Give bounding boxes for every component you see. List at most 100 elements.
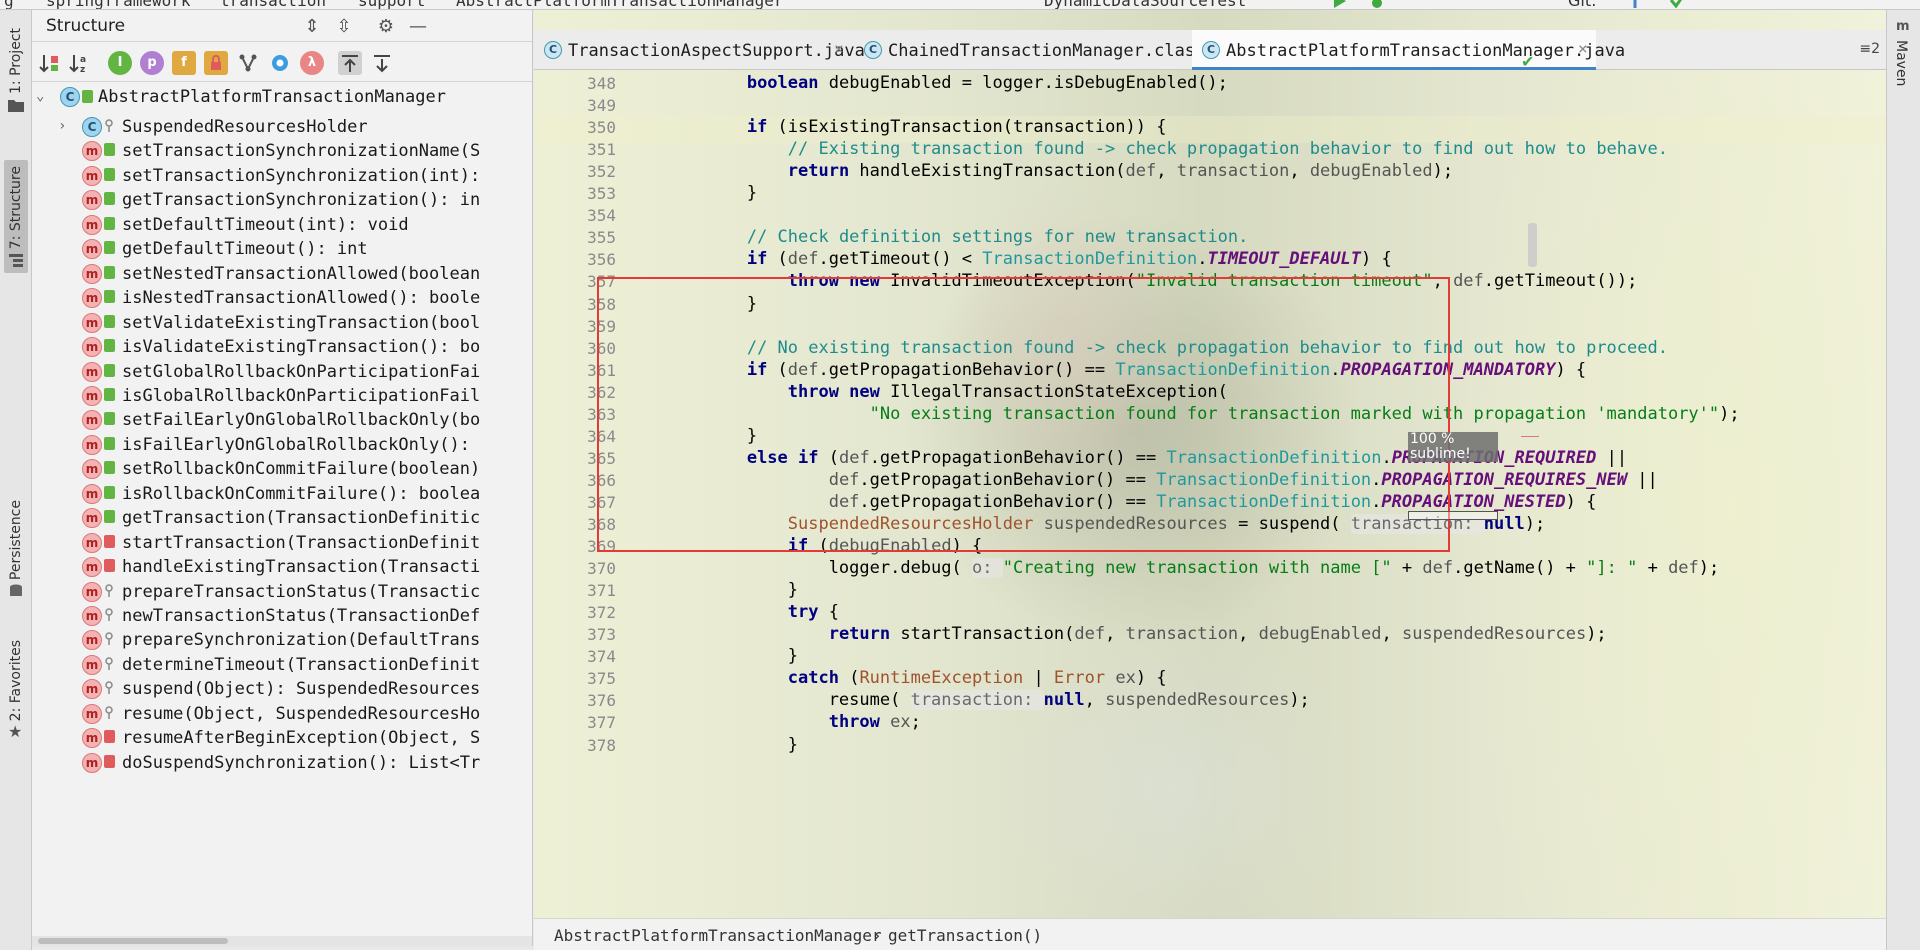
tree-item[interactable]: m doSuspendSynchronization(): List<Tr	[32, 748, 532, 778]
tab-label: TransactionAspectSupport.java	[568, 41, 865, 61]
sort-by-visibility-icon[interactable]	[38, 51, 62, 75]
method-icon: m	[82, 679, 102, 700]
tree-item-label: setTransactionSynchronization(int):	[122, 165, 481, 186]
private-icon	[104, 730, 115, 744]
overlay-progress-bar	[1408, 511, 1498, 520]
git-update-icon[interactable]	[1628, 0, 1642, 8]
nav-crumb[interactable]: g	[4, 0, 14, 9]
git-commit-icon[interactable]	[1670, 0, 1684, 8]
show-lambdas-icon[interactable]: λ	[300, 51, 324, 75]
tab-chained-transaction-manager[interactable]: C ChainedTransactionManager.class	[854, 30, 1205, 70]
tree-item-label: startTransaction(TransactionDefinit	[122, 532, 481, 553]
public-icon	[104, 387, 115, 401]
editor-scrollbar-thumb[interactable]	[1528, 223, 1537, 267]
tool-tab-favorites[interactable]: 2: Favorites ★	[4, 640, 28, 740]
editor-tab-bar: C TransactionAspectSupport.java × C Chai…	[534, 30, 1886, 70]
line-number: 377	[587, 713, 616, 733]
tool-tab-label: 7: Structure	[8, 166, 24, 250]
error-stripe-marker[interactable]	[1521, 436, 1539, 437]
method-icon: m	[82, 557, 102, 578]
class-icon: C	[864, 41, 882, 59]
line-number: 374	[587, 647, 616, 667]
tool-tab-maven[interactable]: Maven	[1893, 40, 1909, 86]
public-icon	[104, 143, 115, 157]
method-icon: m	[82, 239, 102, 260]
public-icon	[104, 461, 115, 475]
show-properties-icon[interactable]: p	[140, 51, 164, 75]
private-icon	[104, 754, 115, 768]
chevron-right-icon[interactable]: ›	[58, 118, 66, 134]
show-inherited-icon[interactable]: I	[108, 51, 132, 75]
tool-tab-label: 2: Favorites	[8, 640, 24, 722]
tree-item-label: setFailEarlyOnGlobalRollbackOnly(bo	[122, 410, 481, 431]
debug-icon[interactable]	[1370, 0, 1384, 8]
tree-item-label: getTransaction(TransactionDefinitic	[122, 508, 481, 529]
method-icon: m	[82, 410, 102, 431]
chevron-down-icon[interactable]: ⌄	[36, 88, 44, 104]
method-icon: m	[82, 361, 102, 382]
highlight-annotation-box	[597, 277, 1450, 552]
public-icon	[104, 339, 115, 353]
class-icon: C	[544, 41, 562, 59]
method-icon: m	[82, 434, 102, 455]
nav-crumb[interactable]: support	[358, 0, 425, 9]
scrollbar-thumb[interactable]	[38, 938, 228, 944]
structure-icon	[9, 254, 23, 268]
tree-item-label: SuspendedResourcesHolder	[122, 117, 368, 137]
class-icon: C	[82, 117, 102, 137]
show-fields-icon[interactable]: f	[172, 51, 196, 75]
structure-header: Structure ⇕ ⇳ ⚙ —	[32, 10, 532, 42]
method-icon: m	[82, 728, 102, 749]
protected-icon	[105, 119, 113, 132]
breadcrumb-class[interactable]: AbstractPlatformTransactionManager	[554, 926, 882, 945]
run-config-selector[interactable]: DynamicDataSourceTest	[1044, 0, 1246, 9]
tree-item-label: setDefaultTimeout(int): void	[122, 214, 409, 235]
expand-all-icon[interactable]: ⇕	[302, 17, 322, 37]
public-icon	[104, 192, 115, 206]
badge-line: sublime!	[1410, 446, 1471, 462]
private-icon	[104, 534, 115, 548]
autoscroll-to-source-icon[interactable]	[338, 51, 362, 75]
run-icon[interactable]	[1332, 0, 1346, 8]
tree-item-label: getTransactionSynchronization(): in	[122, 190, 481, 211]
structure-toolbar: az I p f λ	[32, 42, 532, 82]
method-icon: m	[82, 141, 102, 162]
method-icon: m	[82, 263, 102, 284]
protected-icon	[105, 583, 113, 597]
left-tool-stripe: 1: Project 7: Structure Persistence 2: F…	[0, 10, 32, 950]
tool-tab-structure[interactable]: 7: Structure	[4, 160, 28, 274]
show-non-public-icon[interactable]	[204, 51, 228, 75]
tool-tab-persistence[interactable]: Persistence	[4, 500, 28, 598]
show-anonymous-icon[interactable]	[268, 51, 292, 75]
close-icon[interactable]: ×	[834, 39, 844, 58]
autoscroll-from-source-icon[interactable]	[370, 51, 394, 75]
hierarchy-icon[interactable]	[236, 51, 260, 75]
code-editor[interactable]: C TransactionAspectSupport.java × C Chai…	[534, 10, 1886, 950]
maven-icon[interactable]: m	[1895, 16, 1913, 34]
nav-crumb[interactable]: springframework	[46, 0, 191, 9]
tab-abstract-platform-transaction-manager[interactable]: C AbstractPlatformTransactionManager.jav…	[1192, 30, 1625, 70]
sort-alphabetically-icon[interactable]: az	[68, 51, 92, 75]
tree-root[interactable]: ⌄ C AbstractPlatformTransactionManager	[32, 82, 532, 112]
nav-crumb[interactable]: transaction	[220, 0, 326, 9]
structure-panel: Structure ⇕ ⇳ ⚙ — az I p f λ ⌄ C Abstrac…	[32, 10, 533, 946]
breadcrumb-method[interactable]: getTransaction()	[888, 926, 1042, 945]
horizontal-scrollbar[interactable]	[32, 936, 532, 946]
protected-icon	[105, 657, 113, 670]
tree-item-label: determineTimeout(TransactionDefinit	[122, 654, 481, 675]
tab-transaction-aspect-support[interactable]: C TransactionAspectSupport.java ×	[534, 30, 865, 70]
public-icon	[104, 265, 115, 279]
method-icon: m	[82, 459, 102, 480]
public-icon	[104, 241, 115, 255]
nav-crumb[interactable]: AbstractPlatformTransactionManager	[456, 0, 784, 9]
code-line: }	[624, 183, 758, 204]
collapse-all-icon[interactable]: ⇳	[334, 17, 354, 37]
hide-icon[interactable]: —	[408, 17, 428, 37]
line-number: 352	[587, 162, 616, 182]
method-icon: m	[82, 654, 102, 675]
tab-overflow-button[interactable]: ≡2	[1859, 41, 1880, 57]
close-icon[interactable]: ×	[1578, 39, 1588, 58]
tree-item-label: setNestedTransactionAllowed(boolean	[122, 263, 481, 284]
tool-tab-project[interactable]: 1: Project	[4, 28, 28, 112]
gear-icon[interactable]: ⚙	[376, 17, 396, 37]
